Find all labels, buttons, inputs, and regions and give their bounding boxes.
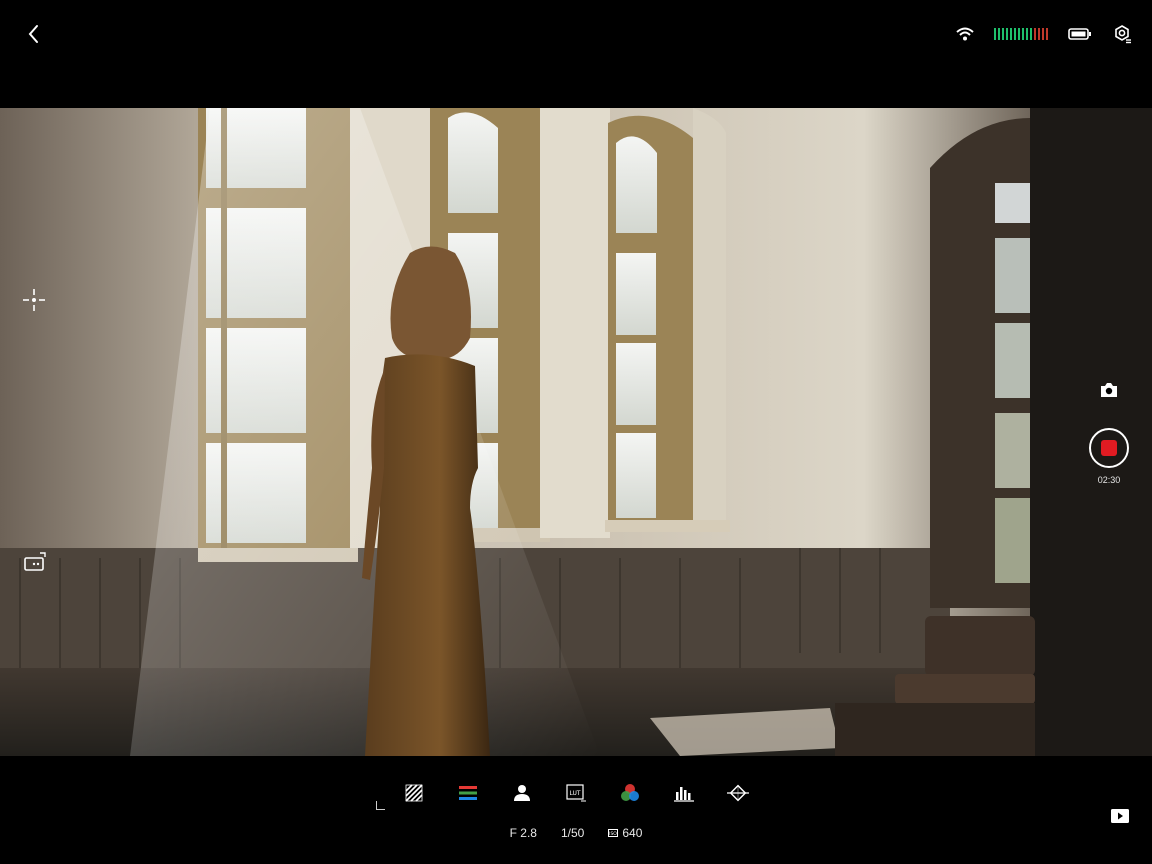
iso-icon: ISO (608, 829, 619, 837)
aspect-switch-button[interactable] (23, 551, 47, 575)
color-wheel-button[interactable] (619, 782, 641, 804)
rgb-parade-button[interactable] (457, 782, 479, 804)
shutter-value[interactable]: 1/50 (561, 826, 584, 840)
zebra-button[interactable] (403, 782, 425, 804)
monitoring-toolbar: LUT (403, 782, 749, 804)
focus-peaking-button[interactable] (727, 782, 749, 804)
focus-mode-button[interactable] (22, 288, 46, 312)
rgb-parade-icon (459, 786, 477, 800)
camera-live-view[interactable] (0, 108, 1152, 756)
svg-text:LUT: LUT (569, 790, 580, 797)
wifi-icon (956, 27, 974, 41)
frame-corner-marker (376, 801, 385, 810)
svg-text:ISO: ISO (609, 831, 617, 837)
focus-crosshair-icon (23, 289, 45, 311)
color-wheel-icon (621, 784, 639, 801)
exposure-params: F 2.8 1/50 ISO 640 (0, 826, 1152, 840)
recording-time: 02:30 (1097, 475, 1121, 485)
signal-meter-icon (994, 28, 1048, 40)
back-button[interactable] (22, 22, 46, 46)
camera-icon (1101, 383, 1117, 397)
top-bar (0, 0, 1152, 108)
iso-value: 640 (622, 826, 643, 840)
portrait-button[interactable] (511, 782, 533, 804)
battery-icon (1068, 28, 1091, 40)
status-area (956, 22, 1132, 46)
histogram-icon (674, 787, 694, 802)
bottom-bar: LUT F 2.8 1/50 ISO 640 (0, 756, 1152, 864)
playback-button[interactable] (1110, 808, 1130, 824)
back-chevron-icon (28, 25, 38, 43)
iso-control[interactable]: ISO 640 (608, 826, 642, 840)
lut-icon: LUT (566, 784, 586, 802)
lut-button[interactable]: LUT (565, 782, 587, 804)
camera-settings-icon[interactable] (1112, 24, 1132, 44)
aspect-switch-icon (24, 552, 46, 571)
photo-capture-button[interactable] (1099, 381, 1119, 399)
play-icon (1111, 809, 1129, 823)
person-icon (514, 785, 530, 801)
scene-image (0, 108, 1152, 756)
record-button[interactable] (1089, 428, 1129, 468)
aperture-value[interactable]: F 2.8 (510, 826, 537, 840)
zebra-icon (405, 784, 423, 802)
histogram-button[interactable] (673, 782, 695, 804)
record-icon (1101, 440, 1117, 456)
focus-peaking-icon (727, 784, 749, 802)
